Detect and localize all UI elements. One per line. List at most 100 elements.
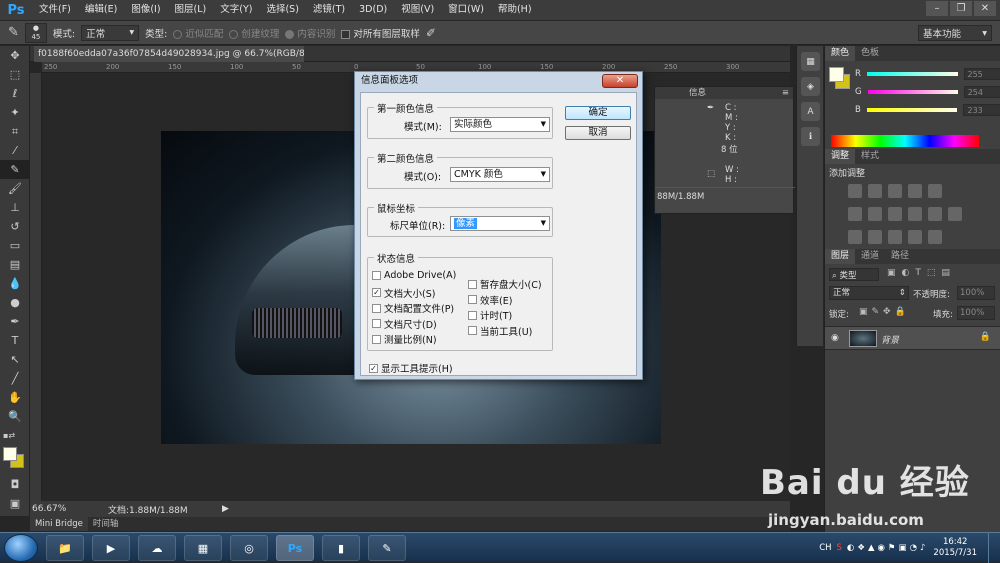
workspace-select[interactable]: 基本功能▾ [918,25,992,41]
clone-stamp-tool-icon[interactable]: ⊥ [0,198,30,217]
info-icon[interactable]: ℹ [801,127,820,146]
color-spectrum[interactable] [831,135,979,147]
panel-menu-icon[interactable]: ≡ [782,87,789,99]
eraser-tool-icon[interactable]: ▭ [0,236,30,255]
cancel-button[interactable]: 取消 [565,126,631,140]
invert-icon[interactable] [848,230,862,244]
gradient-map-icon[interactable] [928,230,942,244]
menu-item[interactable]: 文字(Y) [213,0,259,20]
pen-tool-icon[interactable]: ✒ [0,312,30,331]
type-tool-icon[interactable]: T [0,331,30,350]
visibility-eye-icon[interactable]: ◉ [831,333,839,343]
layer-name[interactable]: 背景 [881,333,899,346]
blur-tool-icon[interactable]: 💧 [0,274,30,293]
mode2-select[interactable]: CMYK 颜色▼ [450,167,550,182]
status-option-checkbox[interactable]: 计时(T) [468,308,512,322]
mode1-select[interactable]: 实际颜色▼ [450,117,550,132]
blend-mode-select[interactable]: 正常⇕ [829,286,909,300]
channel-mixer-icon[interactable] [928,207,942,221]
color-swatches[interactable] [0,445,29,475]
status-option-checkbox[interactable]: 测量比例(N) [372,332,437,346]
restore-button[interactable]: ❐ [950,1,972,16]
radio-proximity[interactable]: 近似匹配 [173,26,223,40]
info-panel-tab[interactable]: 信息 [689,88,706,98]
pressure-icon[interactable]: ✐ [426,26,436,40]
channel-slider[interactable] [868,90,958,94]
show-desktop-button[interactable] [988,533,998,563]
channel-slider[interactable] [867,72,958,76]
quick-mask-icon[interactable]: ◘ [0,475,30,494]
show-tooltips-checkbox[interactable]: ✓显示工具提示(H) [369,361,453,375]
gradient-tool-icon[interactable]: ▤ [0,255,30,274]
tray-icons[interactable]: ◐❖▲◉⚑▣◔♪ [847,543,928,553]
lock-icons[interactable]: ▣✎✥🔒 [859,307,910,317]
color-lookup-icon[interactable] [948,207,962,221]
tab-styles[interactable]: 样式 [855,149,885,164]
menu-item[interactable]: 图像(I) [124,0,167,20]
status-option-checkbox[interactable]: 文档尺寸(D) [372,317,437,331]
status-option-checkbox[interactable]: ✓文档大小(S) [372,286,435,300]
exposure-icon[interactable] [908,184,922,198]
hand-tool-icon[interactable]: ✋ [0,388,30,407]
eyedropper-tool-icon[interactable]: ⁄ [0,141,30,160]
selective-color-icon[interactable] [908,230,922,244]
radio-content-aware[interactable]: 内容识别 [285,26,335,40]
healing-brush-tool-icon[interactable]: ✎ [0,160,30,179]
vertical-ruler[interactable] [30,73,42,501]
menu-item[interactable]: 帮助(H) [491,0,539,20]
foreground-color-swatch[interactable] [3,447,17,461]
document-tab[interactable]: f0188f60edda07a36f07854d49028934.jpg @ 6… [34,46,304,62]
start-button[interactable] [4,534,38,562]
tab-layers[interactable]: 图层 [825,249,855,264]
brightness-icon[interactable] [848,184,862,198]
taskbar-app-ps-icon[interactable]: Ps [276,535,314,561]
menu-item[interactable]: 选择(S) [259,0,305,20]
healing-brush-icon[interactable]: ✎ [8,25,19,40]
opacity-field[interactable]: 100% [957,286,995,300]
taskbar-app-film-icon[interactable]: ▦ [184,535,222,561]
status-menu-icon[interactable]: ▶ [214,504,229,514]
tab-swatches[interactable]: 色板 [855,46,885,61]
taskbar-app-paint-icon[interactable]: ✎ [368,535,406,561]
status-option-checkbox[interactable]: 暂存盘大小(C) [468,277,542,291]
layer-filter-select[interactable]: ⌕ 类型 [829,268,879,281]
lasso-tool-icon[interactable]: ℓ [0,84,30,103]
history-brush-tool-icon[interactable]: ↺ [0,217,30,236]
path-select-tool-icon[interactable]: ↖ [0,350,30,369]
photo-filter-icon[interactable] [908,207,922,221]
status-option-checkbox[interactable]: 文档配置文件(P) [372,301,454,315]
menu-item[interactable]: 编辑(E) [78,0,124,20]
tab-channels[interactable]: 通道 [855,249,885,264]
status-option-checkbox[interactable]: 效率(E) [468,293,512,307]
properties-icon[interactable]: ◈ [801,77,820,96]
menu-item[interactable]: 图层(L) [168,0,214,20]
menu-item[interactable]: 视图(V) [394,0,441,20]
move-tool-icon[interactable]: ✥ [0,46,30,65]
dodge-tool-icon[interactable]: ● [0,293,30,312]
channel-slider[interactable] [867,108,958,112]
clock[interactable]: 16:42 2015/7/31 [933,537,983,559]
tab-paths[interactable]: 路径 [885,249,915,264]
menu-item[interactable]: 3D(D) [352,0,394,20]
marquee-tool-icon[interactable]: ⬚ [0,65,30,84]
taskbar-app-folder-icon[interactable]: 📁 [46,535,84,561]
channel-value[interactable]: 254 [964,86,1000,98]
tab-timeline[interactable]: 时间轴 [88,517,124,531]
vibrance-icon[interactable] [928,184,942,198]
bw-icon[interactable] [888,207,902,221]
language-indicator[interactable]: CH [819,543,831,553]
hue-icon[interactable] [848,207,862,221]
channel-value[interactable]: 255 [964,68,1000,80]
layer-row[interactable]: ◉ 背景 🔒 [825,326,1000,350]
status-option-checkbox[interactable]: Adobe Drive(A) [372,270,456,281]
default-colors-icon[interactable]: ▪⇄ [0,426,30,445]
brush-tool-icon[interactable]: 🖌 [0,179,30,198]
posterize-icon[interactable] [868,230,882,244]
tab-adjustments[interactable]: 调整 [825,149,855,164]
curves-icon[interactable] [888,184,902,198]
tab-mini-bridge[interactable]: Mini Bridge [30,517,88,531]
balance-icon[interactable] [868,207,882,221]
taskbar-app-media-icon[interactable]: ▶ [92,535,130,561]
channel-value[interactable]: 233 [963,104,1000,116]
crop-tool-icon[interactable]: ⌗ [0,122,30,141]
